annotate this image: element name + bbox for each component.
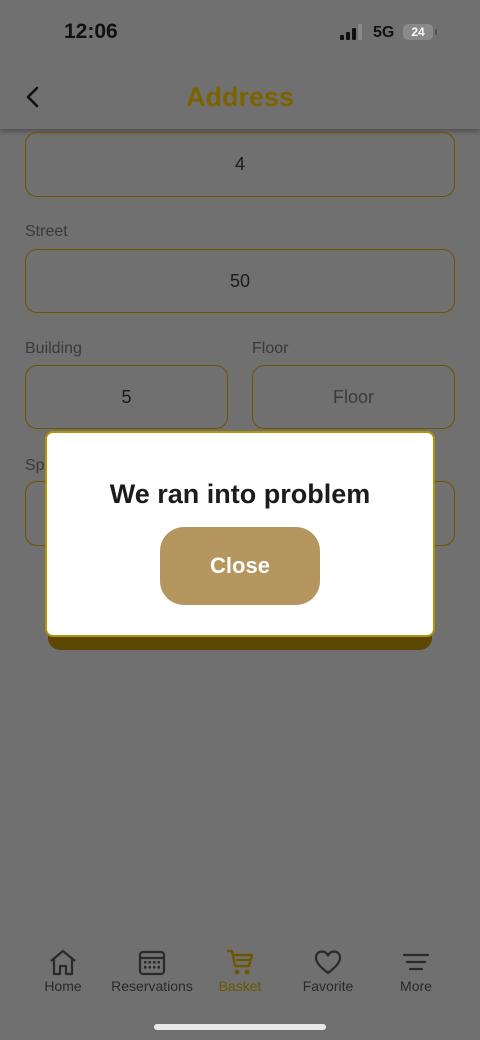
tab-reservations-label: Reservations xyxy=(111,978,193,994)
network-type: 5G xyxy=(373,24,395,41)
building-field[interactable]: 5 xyxy=(25,365,228,429)
tab-favorite[interactable]: Favorite xyxy=(280,940,376,994)
heart-icon xyxy=(314,950,342,975)
app-header: Address xyxy=(0,66,480,129)
street-label: Street xyxy=(25,223,68,240)
battery-icon: 24 xyxy=(403,24,437,40)
home-icon xyxy=(50,949,76,976)
calendar-icon xyxy=(138,950,166,976)
building-label: Building xyxy=(25,340,82,357)
street-value: 50 xyxy=(229,270,251,291)
tab-basket[interactable]: Basket xyxy=(192,940,288,994)
home-indicator xyxy=(154,1024,326,1030)
building-value: 5 xyxy=(121,386,132,407)
tab-home[interactable]: Home xyxy=(15,940,111,994)
special-label: Sp xyxy=(25,457,45,474)
apartment-value: 4 xyxy=(234,154,245,174)
bottom-tab-bar: Home Reservations Basket Favorite More xyxy=(0,940,480,1010)
tab-favorite-label: Favorite xyxy=(302,978,354,994)
floor-placeholder: Floor xyxy=(332,386,374,407)
tab-basket-label: Basket xyxy=(218,978,262,994)
tab-more-label: More xyxy=(400,978,432,994)
close-button[interactable]: Close xyxy=(160,527,320,605)
error-message: We ran into problem xyxy=(109,479,371,509)
menu-icon xyxy=(402,953,430,971)
error-dialog: We ran into problem Close xyxy=(45,431,435,637)
street-field[interactable]: 50 xyxy=(25,249,455,313)
status-time: 12:06 xyxy=(64,20,118,43)
cart-icon xyxy=(227,949,254,975)
apartment-field[interactable]: 4 xyxy=(25,132,455,197)
floor-label: Floor xyxy=(252,340,289,357)
tab-reservations[interactable]: Reservations xyxy=(104,940,200,994)
page-title: Address xyxy=(185,82,295,112)
signal-icon xyxy=(340,24,362,40)
tab-home-label: Home xyxy=(44,978,82,994)
floor-field[interactable]: Floor xyxy=(252,365,455,429)
status-bar: 12:06 5G 24 xyxy=(0,0,480,66)
tab-more[interactable]: More xyxy=(368,940,464,994)
